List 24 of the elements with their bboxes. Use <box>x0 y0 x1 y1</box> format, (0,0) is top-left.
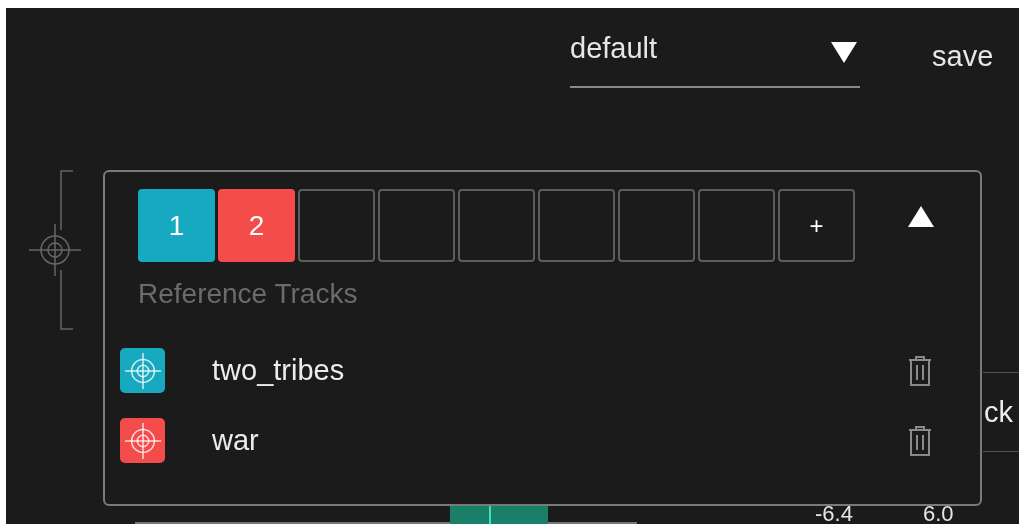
delete-button[interactable] <box>906 424 934 457</box>
empty-slot[interactable] <box>538 189 615 262</box>
target-badge-icon[interactable] <box>120 348 165 393</box>
empty-slot[interactable] <box>698 189 775 262</box>
track-name[interactable]: war <box>212 424 259 457</box>
caret-down-icon <box>830 40 858 64</box>
empty-slot[interactable] <box>618 189 695 262</box>
empty-slot[interactable] <box>458 189 535 262</box>
trash-icon <box>906 424 934 457</box>
delete-button[interactable] <box>906 354 934 387</box>
scale-label: 6.0 <box>922 504 954 524</box>
target-badge-icon[interactable] <box>120 418 165 463</box>
caret-up-icon[interactable] <box>907 205 935 229</box>
track-slot[interactable]: 2 <box>218 189 295 262</box>
panel-title: Reference Tracks <box>138 278 358 310</box>
empty-slot[interactable] <box>378 189 455 262</box>
empty-slot[interactable] <box>298 189 375 262</box>
balance-check-button[interactable]: ck <box>983 372 1019 452</box>
save-button[interactable]: save <box>932 36 994 76</box>
add-slot-button[interactable]: + <box>778 189 855 262</box>
scale-label: -6.4 <box>815 504 853 524</box>
preset-dropdown[interactable]: default <box>570 32 860 88</box>
track-name[interactable]: two_tribes <box>212 354 345 387</box>
trash-icon <box>906 354 934 387</box>
